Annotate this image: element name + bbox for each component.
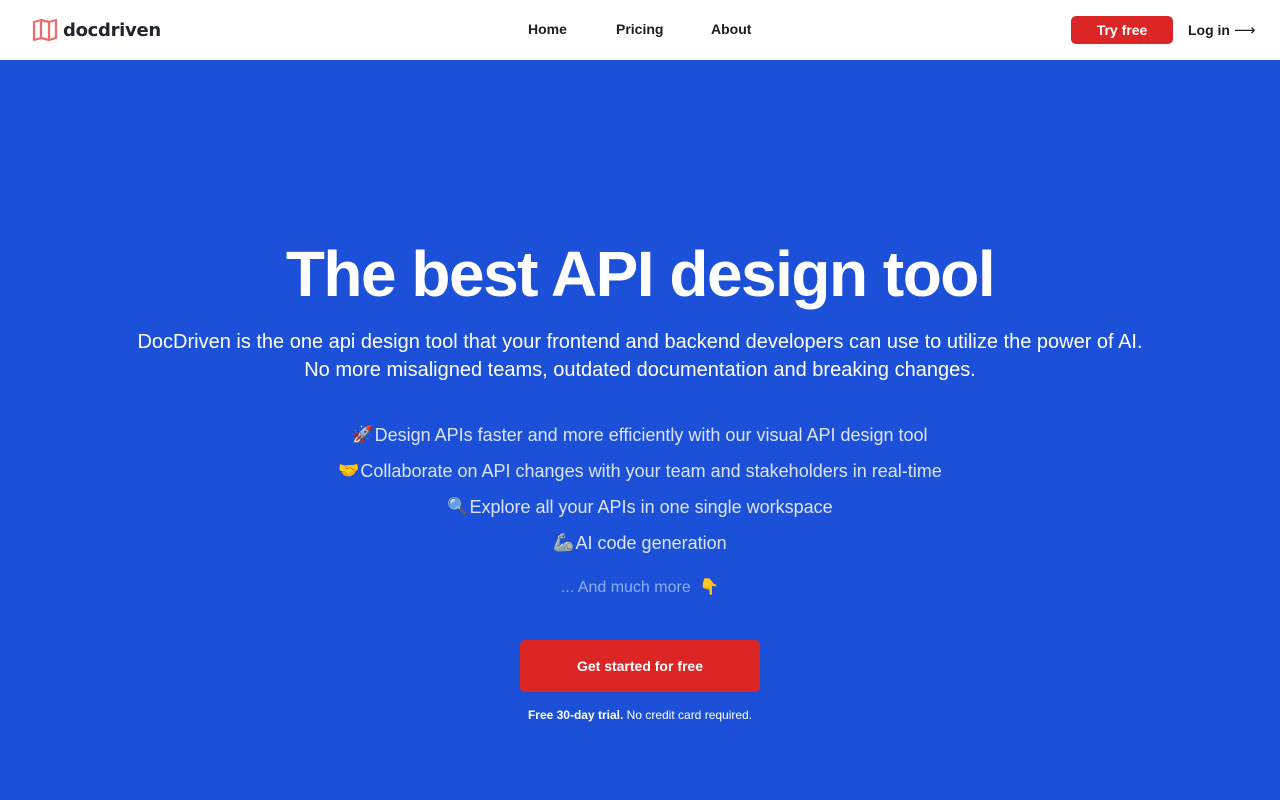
feature-text: AI code generation	[575, 532, 727, 553]
nav-pricing-link[interactable]: Pricing	[616, 21, 663, 37]
mechanical-arm-icon: 🦾	[553, 533, 575, 552]
nav-about-link[interactable]: About	[711, 21, 751, 37]
feature-text: Collaborate on API changes with your tea…	[360, 460, 942, 481]
hero-subtitle-line-2: No more misaligned teams, outdated docum…	[304, 359, 976, 381]
book-map-icon	[32, 18, 58, 42]
pointing-down-icon: 👇	[699, 579, 720, 596]
hero-subtitle-line-1: DocDriven is the one api design tool tha…	[137, 331, 1143, 353]
logo[interactable]: docdriven	[32, 18, 161, 42]
magnifier-icon: 🔍	[447, 497, 469, 516]
and-much-more-text: ... And much more 👇	[0, 577, 1280, 597]
try-free-button[interactable]: Try free	[1071, 16, 1173, 44]
hero-subtitle: DocDriven is the one api design tool tha…	[60, 328, 1220, 384]
feature-item: 🦾 AI code generation	[0, 525, 1280, 561]
feature-text: Explore all your APIs in one single work…	[469, 496, 833, 517]
trial-note-bold: Free 30-day trial.	[527, 708, 624, 722]
login-link[interactable]: Log in ⟶	[1188, 21, 1256, 39]
rocket-icon: 🚀	[352, 425, 374, 444]
arrow-right-icon: ⟶	[1234, 22, 1256, 39]
nav-home-link[interactable]: Home	[528, 21, 567, 37]
more-label: ... And much more	[560, 579, 691, 596]
get-started-button[interactable]: Get started for free	[520, 640, 760, 692]
login-label: Log in	[1188, 22, 1230, 38]
handshake-icon: 🤝	[338, 461, 360, 480]
hero-title: The best API design tool	[285, 238, 996, 310]
logo-text: docdriven	[63, 19, 161, 41]
feature-text: Design APIs faster and more efficiently …	[374, 424, 928, 445]
feature-item: 🤝 Collaborate on API changes with your t…	[0, 453, 1280, 489]
feature-list: 🚀 Design APIs faster and more efficientl…	[0, 417, 1280, 561]
trial-note: Free 30-day trial. No credit card requir…	[0, 708, 1280, 722]
feature-item: 🔍 Explore all your APIs in one single wo…	[0, 489, 1280, 525]
feature-item: 🚀 Design APIs faster and more efficientl…	[0, 417, 1280, 453]
trial-note-rest: No credit card required.	[623, 708, 753, 722]
top-navbar: docdriven Home Pricing About Try free Lo…	[0, 0, 1280, 60]
